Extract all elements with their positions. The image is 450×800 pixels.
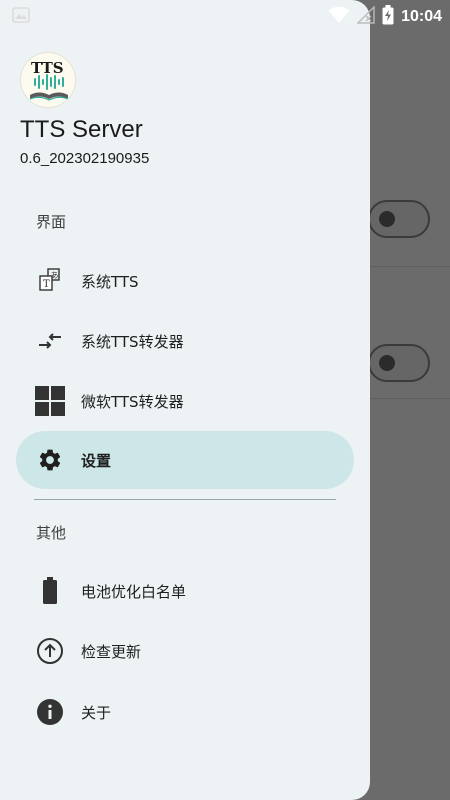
- system-tts-icon: あ T: [34, 265, 66, 297]
- svg-text:T: T: [43, 279, 50, 290]
- nav-item-label: 系统TTS: [81, 272, 139, 291]
- navigation-drawer: TTS TTS Server 0.6_202302190935 界面 あ T 系…: [0, 0, 370, 800]
- no-signal-icon: [356, 5, 375, 28]
- drawer-divider: [34, 499, 336, 500]
- nav-item-label: 电池优化白名单: [81, 582, 187, 601]
- section-label-interface: 界面: [36, 213, 67, 231]
- background-divider: [360, 266, 450, 267]
- app-version: 0.6_202302190935: [20, 150, 150, 167]
- forward-arrows-icon: [34, 325, 66, 357]
- upload-circle-icon: [34, 635, 66, 667]
- nav-item-label: 系统TTS转发器: [81, 332, 184, 351]
- nav-item-label: 关于: [81, 703, 112, 722]
- info-icon: [34, 696, 66, 728]
- nav-item-about[interactable]: 关于: [16, 683, 354, 741]
- wifi-icon: [328, 6, 350, 28]
- status-time: 10:04: [401, 8, 442, 25]
- windows-grid-icon: [34, 385, 66, 417]
- gear-icon: [34, 444, 66, 476]
- gallery-notification-icon: [12, 7, 30, 27]
- nav-item-label: 微软TTS转发器: [81, 392, 184, 411]
- drawer-header: TTS TTS Server 0.6_202302190935: [20, 52, 350, 167]
- background-divider: [360, 398, 450, 399]
- app-logo[interactable]: TTS: [20, 52, 76, 108]
- status-bar: 10:04: [0, 0, 450, 34]
- nav-item-battery-whitelist[interactable]: 电池优化白名单: [16, 562, 354, 620]
- nav-item-system-tts[interactable]: あ T 系统TTS: [16, 252, 354, 310]
- app-name: TTS Server: [20, 116, 143, 143]
- battery-icon: [34, 575, 66, 607]
- nav-item-settings[interactable]: 设置: [16, 431, 354, 489]
- background-toggle-switch: [368, 200, 430, 238]
- background-toggle-switch: [368, 344, 430, 382]
- nav-item-check-update[interactable]: 检查更新: [16, 622, 354, 680]
- nav-item-label: 检查更新: [81, 642, 142, 661]
- battery-charging-icon: [382, 5, 394, 29]
- nav-item-label: 设置: [81, 451, 112, 470]
- nav-item-system-tts-forwarder[interactable]: 系统TTS转发器: [16, 312, 354, 370]
- nav-item-microsoft-tts-forwarder[interactable]: 微软TTS转发器: [16, 372, 354, 430]
- section-label-other: 其他: [36, 524, 67, 542]
